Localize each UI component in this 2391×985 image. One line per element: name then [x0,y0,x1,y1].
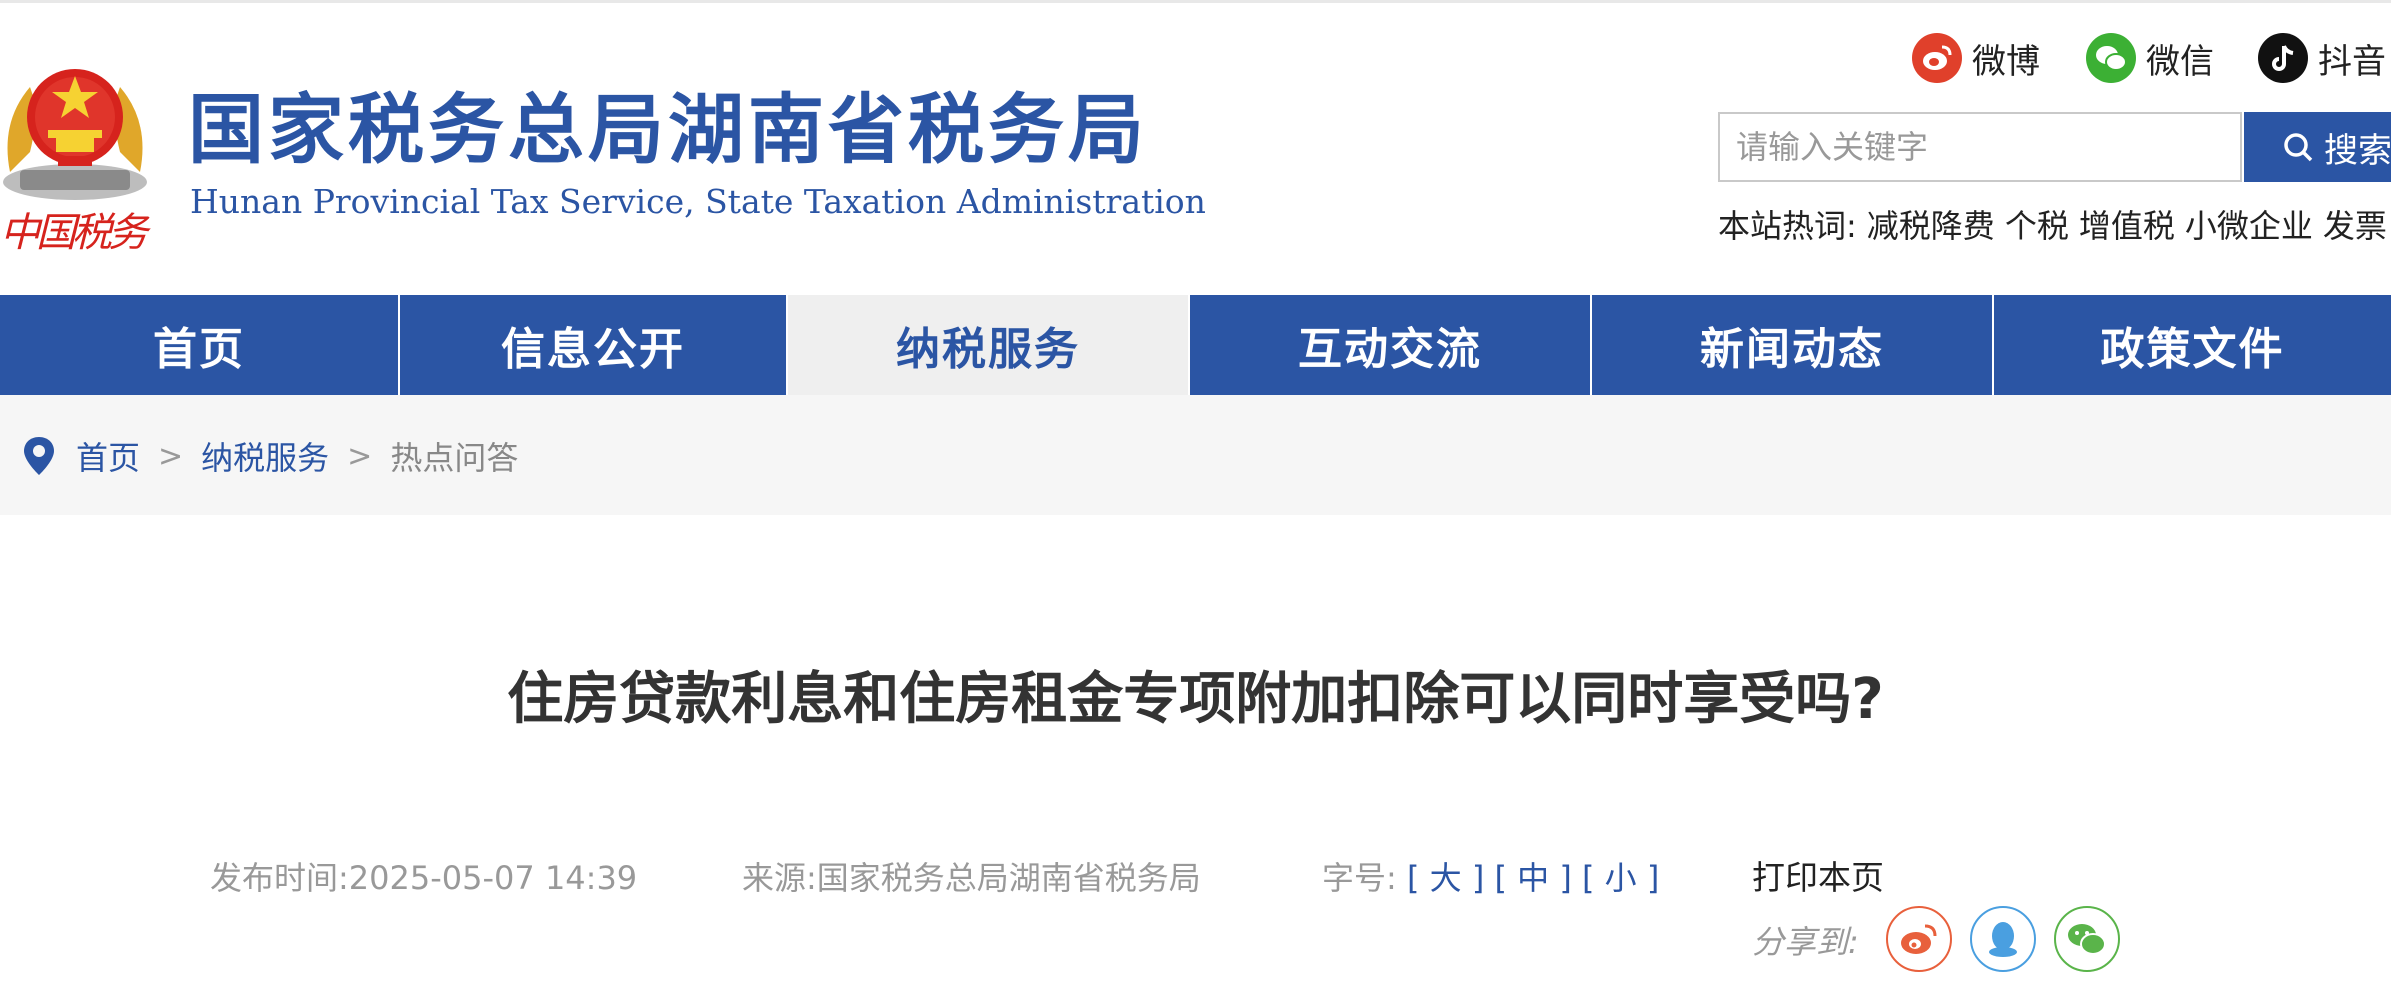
weibo-icon [1901,924,1937,954]
nav-item-news[interactable]: 新闻动态 [1592,295,1994,395]
hot-keywords: 本站热词: 减税降费 个税 增值税 小微企业 发票 [1718,204,2387,248]
site-subtitle: Hunan Provincial Tax Service, State Taxa… [190,182,1206,221]
breadcrumb-tax-service[interactable]: 纳税服务 [201,433,329,479]
breadcrumb-home[interactable]: 首页 [76,433,140,479]
breadcrumb-bar: 首页 > 纳税服务 > 热点问答 [0,395,2391,515]
publish-date-label: 发布时间: [210,859,349,897]
top-border [0,0,2391,3]
national-emblem-icon [3,69,147,200]
source-value: 国家税务总局湖南省税务局 [816,859,1201,897]
search-icon [2284,133,2313,162]
publish-date: 发布时间:2025-05-07 14:39 [210,856,637,900]
nav-item-info-disclosure[interactable]: 信息公开 [400,295,788,395]
site-title[interactable]: 国家税务总局湖南省税务局 [188,80,1148,180]
share-label: 分享到: [1752,923,1859,961]
hot-keyword-link[interactable]: 小微企业 [2185,204,2313,248]
nav-item-home[interactable]: 首页 [0,295,400,395]
chevron-right-icon: > [347,438,373,474]
source-label: 来源: [742,859,817,897]
location-pin-icon [24,437,54,475]
breadcrumb-current: 热点问答 [390,439,519,477]
chevron-right-icon: > [158,438,184,474]
print-page-link[interactable]: 打印本页 [1752,856,1884,900]
tax-seal-logo: 中国税务 [0,210,148,256]
nav-item-interaction[interactable]: 互动交流 [1190,295,1592,395]
article-source: 来源:国家税务总局湖南省税务局 [742,856,1201,900]
nav-item-tax-service[interactable]: 纳税服务 [788,295,1190,395]
hot-keyword-link[interactable]: 个税 [2005,204,2069,248]
wechat-icon [2086,33,2136,83]
publish-date-value: 2025-05-07 14:39 [348,859,638,897]
main-nav: 首页 信息公开 纳税服务 互动交流 新闻动态 政策文件 [0,295,2391,395]
social-link-douyin[interactable]: 抖音 [2258,30,2386,86]
breadcrumb: 首页 > 纳税服务 > 热点问答 [24,431,518,481]
search-button[interactable]: 搜索 [2244,112,2391,182]
nav-item-policy-documents[interactable]: 政策文件 [1994,295,2391,395]
search-button-label: 搜索 [2324,130,2391,171]
social-link-wechat[interactable]: 微信 [2086,30,2214,86]
share-wechat-button[interactable] [2054,906,2120,972]
qq-icon [1989,922,2017,957]
social-link-weibo[interactable]: 微博 [1912,30,2040,86]
search-input[interactable] [1718,112,2242,182]
font-size-small[interactable]: 小 [1605,859,1637,897]
weibo-icon [1912,33,1962,83]
social-label: 抖音 [2318,41,2386,82]
font-size-medium[interactable]: 中 [1517,859,1549,897]
hot-keyword-link[interactable]: 发票 [2323,204,2387,248]
social-label: 微信 [2146,41,2214,82]
social-label: 微博 [1972,41,2040,82]
font-size-large[interactable]: 大 [1430,859,1462,897]
article-title: 住房贷款利息和住房租金专项附加扣除可以同时享受吗? [507,667,1884,732]
share-qq-button[interactable] [1970,906,2036,972]
font-size-label: 字号: [1322,859,1397,897]
wechat-icon [2068,924,2106,955]
hot-keyword-link[interactable]: 增值税 [2079,204,2175,248]
share-weibo-button[interactable] [1886,906,1952,972]
douyin-icon [2258,33,2308,83]
hot-keywords-label: 本站热词: [1718,207,1857,245]
hot-keyword-link[interactable]: 减税降费 [1867,204,1995,248]
font-size-selector: 字号: [ 大 ] [ 中 ] [ 小 ] [1322,859,1660,897]
